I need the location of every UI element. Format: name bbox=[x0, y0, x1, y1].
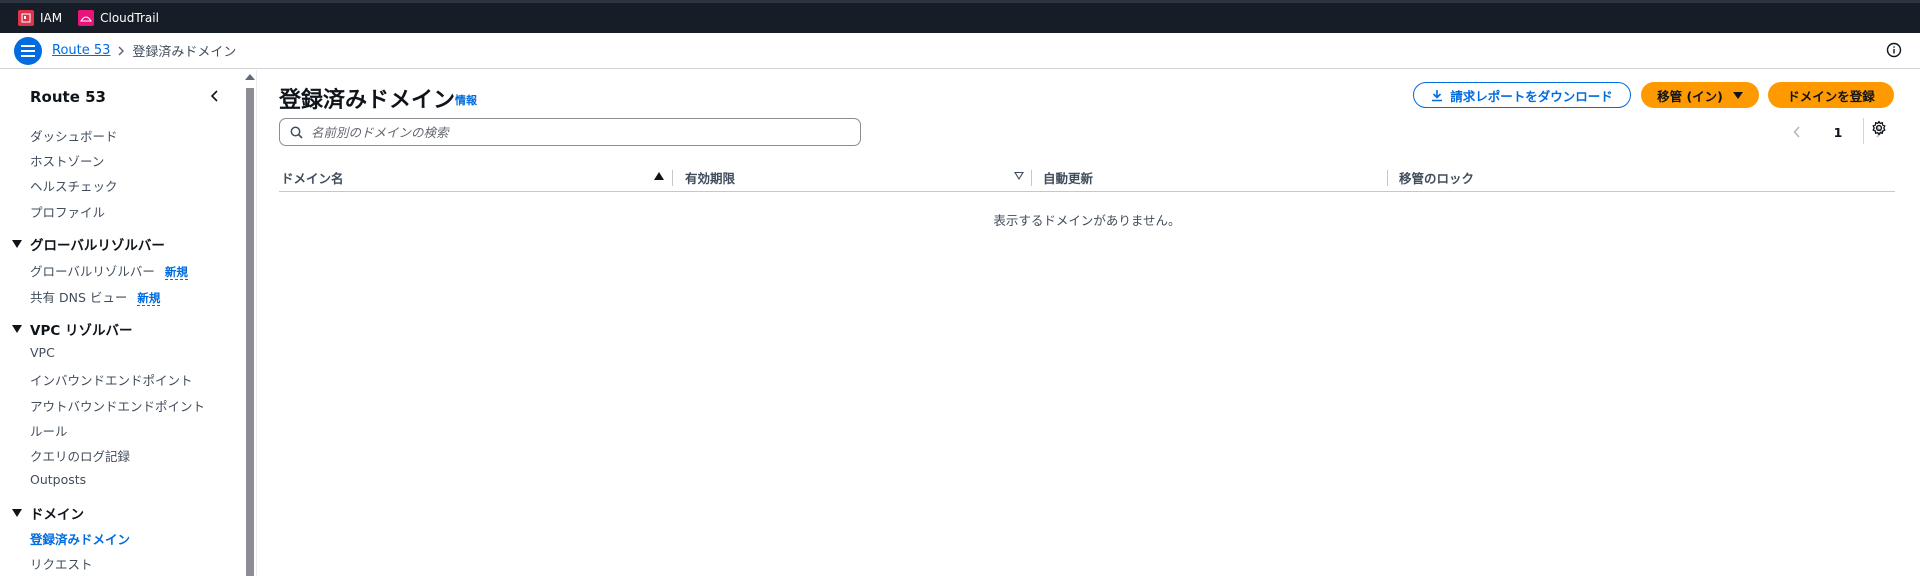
sidebar-section-label: グローバルリゾルバー bbox=[30, 238, 165, 254]
column-resizer[interactable] bbox=[1031, 170, 1032, 186]
sidebar-item-dashboard[interactable]: ダッシュボード bbox=[30, 126, 118, 145]
column-header-transfer-lock[interactable]: 移管のロック bbox=[1399, 168, 1474, 187]
service-shortcut-cloudtrail[interactable]: CloudTrail bbox=[78, 10, 159, 26]
sidebar-section-vpc-resolver[interactable]: VPC リゾルバー bbox=[12, 319, 132, 339]
sort-ascending-icon[interactable] bbox=[654, 172, 664, 180]
sidebar-item-requests[interactable]: リクエスト bbox=[30, 554, 93, 573]
main-content: 登録済みドメイン 情報 請求レポートをダウンロード 移管 (イン) ドメインを登… bbox=[257, 70, 1920, 576]
column-resizer[interactable] bbox=[672, 170, 673, 186]
caret-down-icon bbox=[1732, 91, 1743, 99]
transfer-button-label: 移管 (イン) bbox=[1657, 88, 1723, 104]
sidebar-item-shared-dns-view[interactable]: 共有 DNS ビュー 新規 bbox=[30, 287, 161, 306]
register-domain-button[interactable]: ドメインを登録 bbox=[1768, 82, 1894, 108]
sidebar-item-label: 共有 DNS ビュー bbox=[30, 290, 128, 305]
sidebar-section-domains[interactable]: ドメイン bbox=[12, 503, 84, 523]
caret-down-icon bbox=[12, 240, 22, 248]
breadcrumb-root-link[interactable]: Route 53 bbox=[52, 43, 110, 58]
chevron-left-icon bbox=[210, 90, 218, 102]
new-badge: 新規 bbox=[137, 291, 161, 306]
sidebar-title: Route 53 bbox=[30, 88, 106, 106]
breadcrumb-current: 登録済みドメイン bbox=[132, 45, 237, 60]
iam-icon bbox=[18, 10, 34, 26]
column-header-auto-renew[interactable]: 自動更新 bbox=[1043, 168, 1093, 187]
info-link[interactable]: 情報 bbox=[455, 92, 477, 108]
info-icon[interactable] bbox=[1886, 42, 1902, 62]
page-title: 登録済みドメイン bbox=[279, 88, 456, 113]
sidebar-item-health-checks[interactable]: ヘルスチェック bbox=[30, 176, 118, 195]
service-shortcut-label: CloudTrail bbox=[100, 11, 159, 25]
sidebar-item-outbound-endpoints[interactable]: アウトバウンドエンドポイント bbox=[30, 396, 205, 415]
previous-page-button[interactable] bbox=[1793, 123, 1801, 142]
empty-table-message: 表示するドメインがありません。 bbox=[993, 213, 1181, 228]
collapse-sidebar-button[interactable] bbox=[210, 88, 220, 107]
sidebar-item-profiles[interactable]: プロファイル bbox=[30, 202, 105, 221]
scroll-up-arrow-icon[interactable] bbox=[245, 74, 255, 80]
caret-down-icon bbox=[12, 325, 22, 333]
pagination: 1 bbox=[1793, 120, 1883, 144]
sidebar-scrollbar-thumb[interactable] bbox=[246, 88, 254, 576]
sidebar-section-label: VPC リゾルバー bbox=[30, 323, 133, 339]
cloudtrail-icon bbox=[78, 10, 95, 26]
service-shortcut-iam[interactable]: IAM bbox=[18, 10, 62, 26]
top-navigation-bar: IAM CloudTrail bbox=[0, 0, 1920, 33]
domains-table-header: ドメイン名 有効期限 自動更新 移管のロック bbox=[279, 162, 1895, 192]
domain-search-field[interactable] bbox=[279, 118, 861, 146]
pagination-divider bbox=[1863, 118, 1864, 144]
caret-down-icon bbox=[12, 509, 22, 517]
column-resizer[interactable] bbox=[1387, 170, 1388, 186]
domain-search-input[interactable] bbox=[311, 124, 831, 140]
service-shortcut-label: IAM bbox=[40, 11, 63, 25]
table-preferences-button[interactable] bbox=[1871, 120, 1887, 140]
new-badge: 新規 bbox=[164, 265, 188, 280]
sidebar-section-global-resolver[interactable]: グローバルリゾルバー bbox=[12, 234, 165, 254]
sidebar-item-hosted-zones[interactable]: ホストゾーン bbox=[30, 151, 104, 170]
hamburger-icon bbox=[21, 44, 35, 57]
chevron-right-icon bbox=[110, 45, 132, 56]
sidebar-item-global-resolver[interactable]: グローバルリゾルバー 新規 bbox=[30, 261, 188, 280]
download-billing-report-button[interactable]: 請求レポートをダウンロード bbox=[1413, 82, 1631, 108]
column-header-domain-name[interactable]: ドメイン名 bbox=[281, 168, 344, 187]
sidebar-item-outposts[interactable]: Outposts bbox=[30, 472, 86, 487]
chevron-left-icon bbox=[1793, 125, 1800, 138]
sidebar-item-rules[interactable]: ルール bbox=[30, 421, 68, 440]
search-icon bbox=[290, 126, 303, 139]
sidebar-section-label: ドメイン bbox=[30, 507, 84, 523]
column-header-expiration[interactable]: 有効期限 bbox=[685, 168, 735, 187]
sidebar-item-inbound-endpoints[interactable]: インバウンドエンドポイント bbox=[30, 370, 193, 389]
side-navigation: Route 53 ダッシュボード ホストゾーン ヘルスチェック プロファイル グ… bbox=[0, 70, 256, 576]
sidebar-item-registered-domains[interactable]: 登録済みドメイン bbox=[30, 529, 130, 548]
download-icon bbox=[1432, 89, 1443, 101]
current-page-number[interactable]: 1 bbox=[1834, 125, 1843, 140]
sort-descending-icon-inner bbox=[1016, 173, 1022, 178]
breadcrumb-bar: Route 53 登録済みドメイン bbox=[0, 33, 1920, 69]
menu-toggle-button[interactable] bbox=[14, 36, 42, 65]
gear-icon bbox=[1872, 120, 1886, 136]
download-button-label: 請求レポートをダウンロード bbox=[1450, 88, 1613, 104]
sidebar-item-query-logging[interactable]: クエリのログ記録 bbox=[30, 446, 130, 465]
transfer-in-dropdown-button[interactable]: 移管 (イン) bbox=[1641, 82, 1759, 108]
sidebar-item-label: グローバルリゾルバー bbox=[30, 264, 155, 279]
sidebar-item-vpc[interactable]: VPC bbox=[30, 345, 55, 360]
